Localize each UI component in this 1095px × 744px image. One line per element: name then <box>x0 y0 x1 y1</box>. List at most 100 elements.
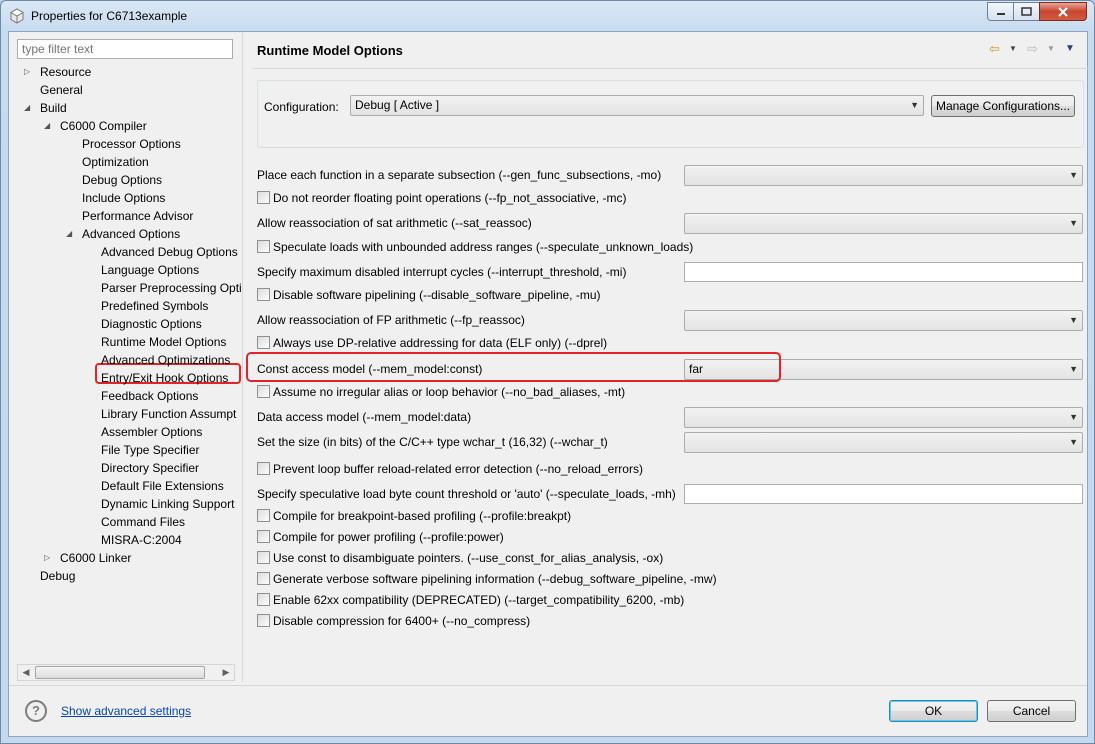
option-label: Specify speculative load byte count thre… <box>257 487 676 501</box>
scroll-left-icon[interactable]: ◀ <box>18 665 34 680</box>
option-label[interactable]: Do not reorder floating point operations… <box>273 190 627 206</box>
option-label[interactable]: Disable compression for 6400+ (--no_comp… <box>273 613 530 629</box>
tree-item[interactable]: Diagnostic Options <box>101 315 202 333</box>
tree-item[interactable]: Parser Preprocessing Opti <box>101 279 242 297</box>
option-checkbox[interactable] <box>257 551 270 564</box>
tree-item[interactable]: General <box>40 81 83 99</box>
option-checkbox[interactable] <box>257 336 270 349</box>
app-icon <box>10 8 24 24</box>
tree-item[interactable]: Library Function Assumpt <box>101 405 236 423</box>
tree-item[interactable]: Include Options <box>82 189 165 207</box>
option-label[interactable]: Use const to disambiguate pointers. (--u… <box>273 550 663 566</box>
option-checkbox[interactable] <box>257 530 270 543</box>
tree-item[interactable]: Advanced Optimizations <box>101 351 230 369</box>
tree-horizontal-scrollbar[interactable]: ◀ ▶ <box>17 664 235 681</box>
option-label[interactable]: Generate verbose software pipelining inf… <box>273 571 717 587</box>
option-checkbox[interactable] <box>257 462 270 475</box>
page-title: Runtime Model Options <box>257 43 403 58</box>
maximize-button[interactable] <box>1013 2 1040 21</box>
option-checkbox[interactable] <box>257 614 270 627</box>
forward-arrow-icon[interactable]: ⇨ <box>1027 40 1038 58</box>
option-select[interactable]: ▼ <box>684 432 1083 453</box>
cancel-button[interactable]: Cancel <box>987 700 1076 722</box>
tree-item[interactable]: Entry/Exit Hook Options <box>101 369 228 387</box>
tree-item[interactable]: Build <box>40 99 67 117</box>
tree-item[interactable]: Performance Advisor <box>82 207 193 225</box>
configuration-select[interactable]: Debug [ Active ] ▼ <box>350 95 924 116</box>
properties-window: Properties for C6713example ▷ResourceGen… <box>0 0 1095 744</box>
tree-item[interactable]: Advanced Options <box>82 225 180 243</box>
collapse-toggle-icon[interactable]: ◢ <box>44 117 54 135</box>
option-checkbox[interactable] <box>257 572 270 585</box>
option-label: Specify maximum disabled interrupt cycle… <box>257 265 627 279</box>
option-checkbox[interactable] <box>257 240 270 253</box>
configuration-value: Debug [ Active ] <box>355 98 440 112</box>
option-checkbox[interactable] <box>257 385 270 398</box>
option-label[interactable]: Prevent loop buffer reload-related error… <box>273 461 643 477</box>
tree-item[interactable]: Optimization <box>82 153 149 171</box>
scroll-right-icon[interactable]: ▶ <box>218 665 234 680</box>
tree-item[interactable]: Feedback Options <box>101 387 198 405</box>
option-label[interactable]: Assume no irregular alias or loop behavi… <box>273 384 625 400</box>
configuration-label: Configuration: <box>264 100 339 114</box>
title-bar[interactable]: Properties for C6713example <box>1 1 1094 31</box>
back-arrow-icon[interactable]: ⇦ <box>989 40 1000 58</box>
tree-item[interactable]: File Type Specifier <box>101 441 200 459</box>
minimize-button[interactable] <box>987 2 1014 21</box>
tree-item[interactable]: Dynamic Linking Support <box>101 495 234 513</box>
dropdown-arrow-icon: ▼ <box>910 100 919 110</box>
tree-item[interactable]: Advanced Debug Options <box>101 243 238 261</box>
filter-input[interactable] <box>17 39 233 59</box>
tree-item[interactable]: Resource <box>40 63 91 81</box>
forward-dropdown-icon[interactable]: ▼ <box>1047 40 1055 58</box>
scrollbar-thumb[interactable] <box>35 666 205 679</box>
tree-item[interactable]: Default File Extensions <box>101 477 224 495</box>
option-checkbox[interactable] <box>257 509 270 522</box>
tree-item[interactable]: MISRA-C:2004 <box>101 531 182 549</box>
option-label[interactable]: Disable software pipelining (--disable_s… <box>273 287 601 303</box>
view-menu-icon[interactable]: ▼ <box>1065 40 1075 58</box>
tree-item[interactable]: C6000 Linker <box>60 549 131 567</box>
title-separator <box>252 68 1088 69</box>
option-select[interactable]: ▼ <box>684 213 1083 234</box>
tree-item[interactable]: Processor Options <box>82 135 181 153</box>
show-advanced-settings-link[interactable]: Show advanced settings <box>61 704 191 718</box>
collapse-toggle-icon[interactable]: ◢ <box>24 99 34 117</box>
option-text-input[interactable] <box>684 262 1083 282</box>
tree-item[interactable]: Debug Options <box>82 171 162 189</box>
back-dropdown-icon[interactable]: ▼ <box>1009 40 1017 58</box>
manage-configurations-button[interactable]: Manage Configurations... <box>931 95 1075 117</box>
property-tree: ▷ Resource General ◢ Build ◢ C6000 Compiler Pro… <box>17 63 243 663</box>
option-label[interactable]: Compile for power profiling (--profile:p… <box>273 529 504 545</box>
option-select[interactable]: ▼ <box>684 310 1083 331</box>
help-icon[interactable]: ? <box>25 700 47 722</box>
tree-item[interactable]: Assembler Options <box>101 423 202 441</box>
dropdown-arrow-icon: ▼ <box>1069 437 1078 447</box>
option-checkbox[interactable] <box>257 593 270 606</box>
ok-button[interactable]: OK <box>889 700 978 722</box>
option-label[interactable]: Enable 62xx compatibility (DEPRECATED) (… <box>273 592 684 608</box>
tree-item[interactable]: Directory Specifier <box>101 459 199 477</box>
tree-item[interactable]: C6000 Compiler <box>60 117 147 135</box>
tree-item[interactable]: Predefined Symbols <box>101 297 208 315</box>
option-label[interactable]: Always use DP-relative addressing for da… <box>273 335 607 351</box>
expand-toggle-icon[interactable]: ▷ <box>24 63 34 81</box>
option-select[interactable]: ▼ <box>684 407 1083 428</box>
option-label[interactable]: Speculate loads with unbounded address r… <box>273 239 693 255</box>
tree-item[interactable]: Debug <box>40 567 75 585</box>
option-label[interactable]: Compile for breakpoint-based profiling (… <box>273 508 571 524</box>
tree-item[interactable]: Command Files <box>101 513 185 531</box>
collapse-toggle-icon[interactable]: ◢ <box>66 225 76 243</box>
navigation-toolbar: ⇦ ▼ ⇨ ▼ ▼ <box>989 40 1079 58</box>
dialog-client-area: ▷ResourceGeneral◢Build◢C6000 CompilerPro… <box>8 31 1088 737</box>
expand-toggle-icon[interactable]: ▷ <box>44 549 54 567</box>
option-text-input[interactable] <box>684 484 1083 504</box>
option-label: Place each function in a separate subsec… <box>257 168 662 182</box>
option-select[interactable]: ▼ <box>684 165 1083 186</box>
option-checkbox[interactable] <box>257 288 270 301</box>
dropdown-arrow-icon: ▼ <box>1069 170 1078 180</box>
tree-item[interactable]: Runtime Model Options <box>101 333 226 351</box>
close-button[interactable] <box>1039 2 1087 21</box>
tree-item[interactable]: Language Options <box>101 261 199 279</box>
option-checkbox[interactable] <box>257 191 270 204</box>
